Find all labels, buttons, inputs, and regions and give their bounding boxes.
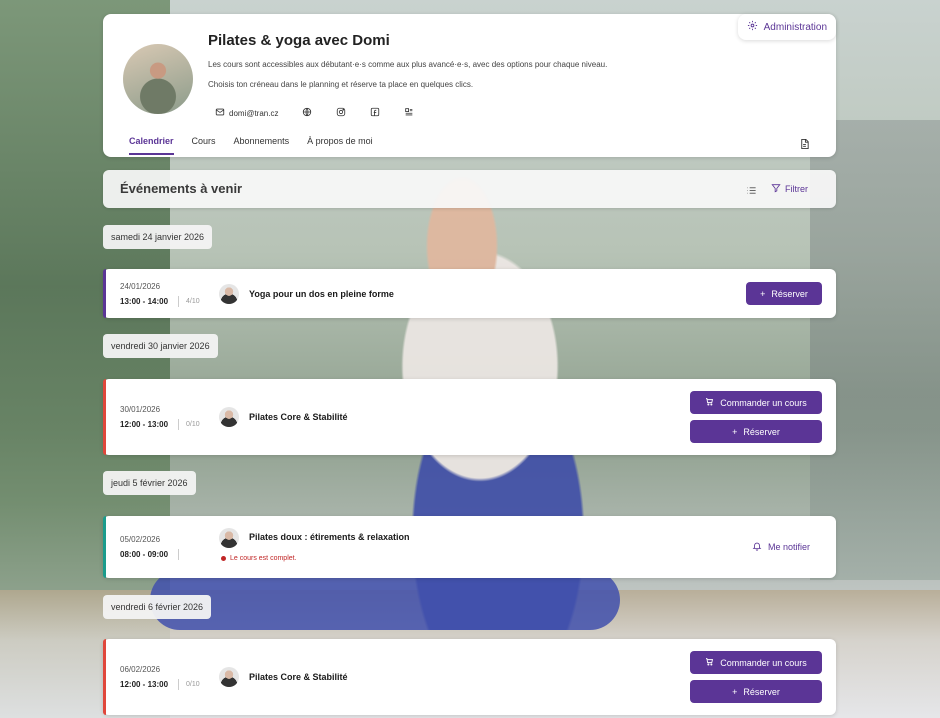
link-list-icon [404, 107, 414, 119]
instagram-icon [336, 107, 346, 119]
list-view-icon[interactable] [746, 183, 757, 201]
website-link[interactable] [295, 104, 319, 122]
event-date: 05/02/2026 [120, 535, 161, 544]
day-heading: vendredi 6 février 2026 [103, 595, 212, 619]
alert-dot-icon [221, 556, 226, 561]
event-capacity: 0/10 [186, 681, 200, 688]
reserve-label: Réserver [771, 288, 808, 299]
tab-calendrier[interactable]: Calendrier [129, 136, 174, 155]
divider [178, 296, 179, 307]
event-time: 08:00 - 09:00 [120, 550, 169, 559]
cart-icon [705, 397, 714, 408]
divider [178, 419, 179, 430]
order-course-button[interactable]: Commander un cours [690, 651, 822, 674]
course-full-notice: Le cours est complet. [221, 555, 297, 562]
order-course-label: Commander un cours [720, 397, 807, 408]
profile-header-card: Pilates & yoga avec Domi Les cours sont … [103, 14, 836, 157]
filter-label: Filtrer [785, 184, 808, 194]
event-card: 06/02/2026 12:00 - 13:00 0/10 Pilates Co… [103, 639, 836, 715]
reserve-button[interactable]: + Réserver [690, 420, 822, 443]
event-accent [103, 379, 106, 455]
reserve-button[interactable]: + Réserver [690, 680, 822, 703]
globe-icon [302, 107, 312, 119]
plus-icon: + [760, 288, 766, 299]
profile-avatar [123, 44, 193, 114]
profile-description-2: Choisis ton créneau dans le planning et … [208, 80, 474, 89]
instructor-avatar [219, 667, 239, 687]
course-full-text: Le cours est complet. [230, 555, 297, 562]
day-heading: vendredi 30 janvier 2026 [103, 334, 218, 358]
events-header: Événements à venir Filtrer [103, 170, 836, 208]
filter-icon [771, 183, 781, 195]
email-text: domi@tran.cz [229, 108, 279, 118]
mail-icon [215, 107, 225, 119]
facebook-link[interactable] [363, 104, 387, 122]
document-icon[interactable] [799, 137, 810, 155]
tab-cours[interactable]: Cours [192, 136, 216, 155]
page-title: Pilates & yoga avec Domi [208, 32, 390, 49]
reserve-button[interactable]: + Réserver [746, 282, 822, 305]
reserve-label: Réserver [743, 686, 780, 697]
event-capacity: 0/10 [186, 421, 200, 428]
event-accent [103, 639, 106, 715]
day-heading: samedi 24 janvier 2026 [103, 225, 213, 249]
instructor-avatar [219, 528, 239, 548]
event-date: 30/01/2026 [120, 405, 161, 414]
notify-label: Me notifier [767, 542, 810, 552]
reserve-label: Réserver [743, 426, 780, 437]
tab-abonnements[interactable]: Abonnements [234, 136, 290, 155]
instructor-avatar [219, 284, 239, 304]
event-name[interactable]: Pilates doux : étirements & relaxation [249, 532, 410, 542]
events-title: Événements à venir [120, 181, 243, 196]
event-date: 24/01/2026 [120, 282, 161, 291]
event-date: 06/02/2026 [120, 665, 161, 674]
plus-icon: + [732, 686, 738, 697]
administration-button[interactable]: Administration [737, 14, 836, 40]
event-time: 12:00 - 13:00 [120, 420, 169, 429]
notify-button[interactable]: Me notifier [752, 541, 810, 553]
email-link[interactable]: domi@tran.cz [208, 104, 285, 122]
gear-icon [747, 20, 758, 34]
event-card: 30/01/2026 12:00 - 13:00 0/10 Pilates Co… [103, 379, 836, 455]
divider [178, 679, 179, 690]
event-card: 24/01/2026 13:00 - 14:00 4/10 Yoga pour … [103, 269, 836, 318]
event-name[interactable]: Pilates Core & Stabilité [249, 412, 348, 422]
plus-icon: + [732, 426, 738, 437]
cart-icon [705, 657, 714, 668]
event-time: 12:00 - 13:00 [120, 680, 169, 689]
tab-a-propos[interactable]: À propos de moi [307, 136, 373, 155]
administration-label: Administration [763, 21, 827, 33]
bell-icon [752, 541, 762, 553]
facebook-icon [370, 107, 380, 119]
event-name[interactable]: Yoga pour un dos en pleine forme [249, 289, 394, 299]
divider [178, 549, 179, 560]
event-accent [103, 516, 106, 578]
profile-tabs: Calendrier Cours Abonnements À propos de… [129, 136, 373, 155]
event-time: 13:00 - 14:00 [120, 297, 169, 306]
instagram-link[interactable] [329, 104, 353, 122]
background-yoga-leg [150, 570, 620, 630]
event-accent [103, 269, 106, 318]
link-list-link[interactable] [397, 104, 421, 122]
order-course-label: Commander un cours [720, 657, 807, 668]
order-course-button[interactable]: Commander un cours [690, 391, 822, 414]
event-name[interactable]: Pilates Core & Stabilité [249, 672, 348, 682]
instructor-avatar [219, 407, 239, 427]
day-heading: jeudi 5 février 2026 [103, 471, 196, 495]
event-capacity: 4/10 [186, 298, 200, 305]
profile-description-1: Les cours sont accessibles aux débutant·… [208, 60, 608, 69]
filter-button[interactable]: Filtrer [771, 183, 808, 195]
event-card: 05/02/2026 08:00 - 09:00 Pilates doux : … [103, 516, 836, 578]
contact-links: domi@tran.cz [208, 104, 421, 122]
